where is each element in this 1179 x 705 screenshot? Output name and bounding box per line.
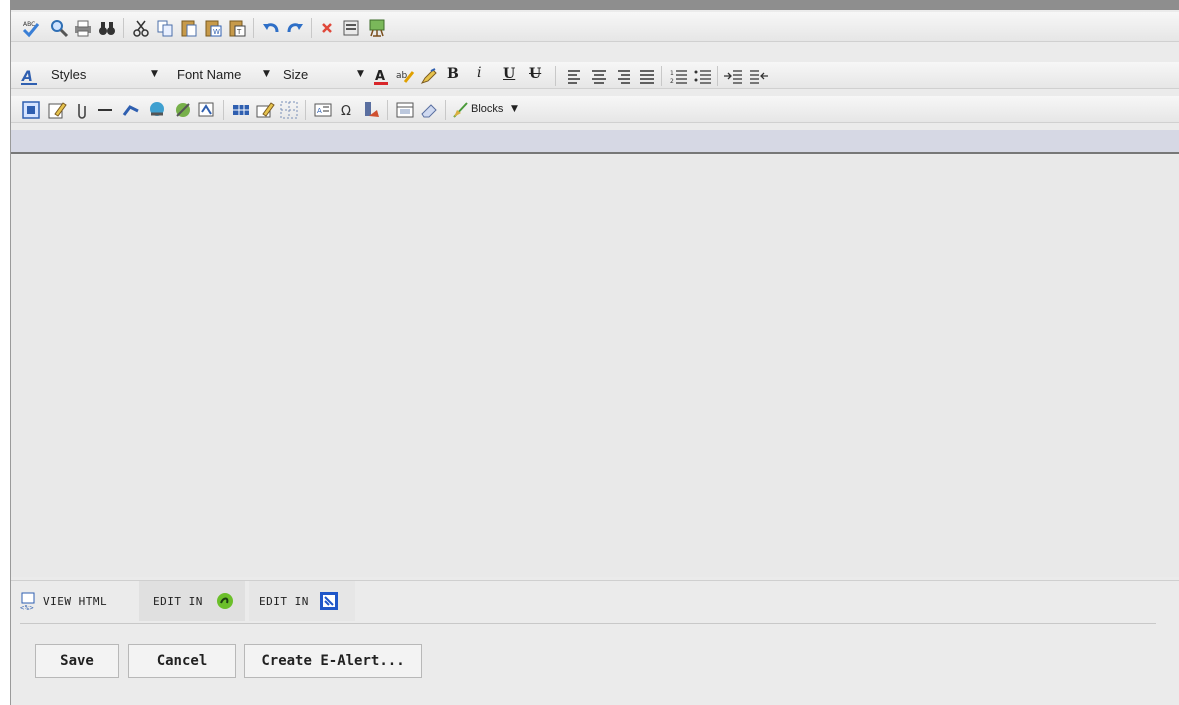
styles-icon: A [21, 69, 37, 85]
undo-icon[interactable] [261, 18, 281, 38]
tab-edit-in-label: EDIT IN [153, 595, 203, 608]
svg-text:A: A [375, 69, 385, 84]
highlight-icon[interactable]: ab [395, 66, 415, 86]
image-icon[interactable] [21, 100, 41, 120]
svg-text:T: T [236, 28, 242, 36]
numbered-list-icon[interactable]: 12 [669, 66, 689, 86]
chevron-down-icon[interactable]: ▼ [151, 69, 158, 79]
svg-text:2: 2 [670, 78, 674, 85]
paste-text-icon[interactable]: T [227, 18, 247, 38]
tab-edit-in-dreamweaver[interactable]: EDIT IN [139, 581, 245, 621]
strikethrough-button[interactable]: U [529, 66, 541, 82]
form-field-icon[interactable]: A [313, 100, 333, 120]
copy-icon[interactable] [155, 18, 175, 38]
tab-view-html-label: VIEW HTML [43, 595, 108, 608]
external-editor-icon [320, 592, 338, 610]
outdent-icon[interactable] [749, 66, 769, 86]
bold-button[interactable]: B [447, 66, 459, 82]
delete-icon[interactable] [317, 18, 337, 38]
styles-dropdown[interactable]: Styles [51, 67, 86, 82]
svg-text:<%>: <%> [20, 604, 34, 611]
text-color-icon[interactable]: A [371, 66, 391, 86]
align-left-icon[interactable] [565, 66, 585, 86]
table-icon[interactable] [231, 100, 251, 120]
print-icon[interactable] [73, 18, 93, 38]
svg-text:A: A [21, 69, 33, 85]
attachment-icon[interactable] [71, 100, 91, 120]
chevron-down-icon[interactable]: ▼ [511, 104, 518, 114]
align-justify-icon[interactable] [637, 66, 657, 86]
chevron-down-icon[interactable]: ▼ [357, 69, 364, 79]
insert-frame-icon[interactable] [395, 100, 415, 120]
toolbar-status-band [11, 130, 1179, 154]
find-icon[interactable] [49, 18, 69, 38]
font-name-dropdown[interactable]: Font Name [177, 67, 241, 82]
italic-button[interactable]: i [477, 65, 481, 81]
binoculars-icon[interactable] [97, 18, 117, 38]
pencil-icon[interactable] [419, 66, 439, 86]
edit-table-icon[interactable] [255, 100, 275, 120]
eraser-icon[interactable] [419, 100, 439, 120]
special-char-icon[interactable]: Ω [337, 100, 357, 120]
web-link-icon[interactable] [147, 100, 167, 120]
paste-word-icon[interactable]: W [203, 18, 223, 38]
save-button[interactable]: Save [35, 644, 119, 678]
indent-icon[interactable] [723, 66, 743, 86]
paste-icon[interactable] [179, 18, 199, 38]
size-dropdown[interactable]: Size [283, 67, 308, 82]
edit-image-icon[interactable] [47, 100, 67, 120]
anchor-icon[interactable] [197, 100, 217, 120]
align-right-icon[interactable] [613, 66, 633, 86]
align-center-icon[interactable] [589, 66, 609, 86]
toolbar-row-2: A Styles ▼ Font Name ▼ Size ▼ A ab B i U… [11, 62, 1179, 89]
blocks-icon [453, 102, 468, 118]
chevron-down-icon[interactable]: ▼ [263, 69, 270, 79]
svg-text:ABC: ABC [23, 21, 35, 28]
svg-text:1: 1 [670, 70, 674, 77]
svg-text:A: A [317, 107, 322, 115]
dreamweaver-icon [217, 593, 233, 609]
link-icon[interactable] [121, 100, 141, 120]
cancel-button[interactable]: Cancel [128, 644, 236, 678]
tab-edit-in-label: EDIT IN [259, 595, 309, 608]
editor-mode-bar: <%> VIEW HTML EDIT IN EDIT IN [11, 580, 1179, 621]
clean-format-icon[interactable] [361, 100, 381, 120]
tab-view-html[interactable]: <%> VIEW HTML [11, 581, 135, 621]
show-borders-icon[interactable] [279, 100, 299, 120]
toolbar-row-1: ABC W T [11, 12, 1179, 42]
cut-icon[interactable] [131, 18, 151, 38]
template-icon[interactable] [367, 18, 387, 38]
redo-icon[interactable] [285, 18, 305, 38]
svg-text:Ω: Ω [341, 104, 351, 119]
unlink-icon[interactable] [173, 100, 193, 120]
preview-icon[interactable] [341, 18, 361, 38]
bullet-list-icon[interactable] [693, 66, 713, 86]
underline-button[interactable]: U [503, 66, 515, 82]
editor-content-area[interactable] [11, 155, 1179, 577]
horizontal-rule-icon[interactable] [95, 100, 115, 120]
html-file-icon: <%> [20, 592, 35, 611]
spellcheck-icon[interactable]: ABC [21, 18, 41, 38]
tab-edit-in-other[interactable]: EDIT IN [249, 581, 355, 621]
toolbar-row-3: A Ω Blocks ▼ [11, 96, 1179, 123]
blocks-dropdown[interactable]: Blocks [471, 103, 503, 115]
divider [20, 623, 1156, 624]
create-e-alert-button[interactable]: Create E-Alert... [244, 644, 422, 678]
svg-text:W: W [213, 28, 220, 36]
